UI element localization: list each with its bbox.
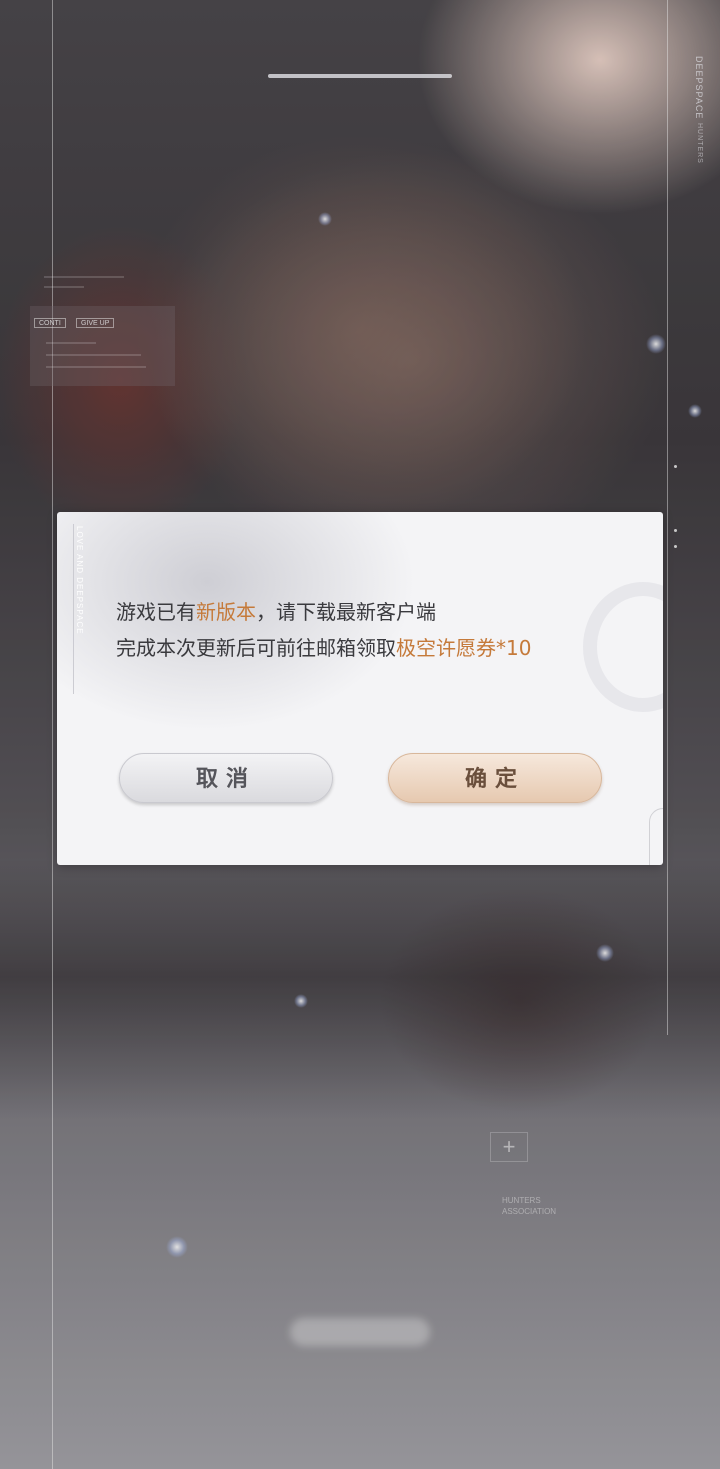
message-line-2-pre: 完成本次更新后可前往邮箱领取: [116, 636, 396, 660]
message-line-2: 完成本次更新后可前往邮箱领取极空许愿券*10: [116, 630, 636, 666]
update-dialog: LOVE AND DEEPSPACE 游戏已有新版本，请下载最新客户端 完成本次…: [57, 512, 663, 865]
update-message: 游戏已有新版本，请下载最新客户端 完成本次更新后可前往邮箱领取极空许愿券*10: [116, 594, 636, 666]
message-line-1-post: ，请下载最新客户端: [256, 600, 436, 624]
confirm-button[interactable]: 确定: [388, 753, 602, 803]
message-highlight-reward: 极空许愿券*10: [396, 636, 532, 660]
message-line-1: 游戏已有新版本，请下载最新客户端: [116, 594, 636, 630]
message-highlight-new-version: 新版本: [196, 600, 256, 624]
message-line-1-pre: 游戏已有: [116, 600, 196, 624]
dialog-arc-decoration-small: [649, 808, 663, 865]
dialog-side-text: LOVE AND DEEPSPACE: [75, 526, 84, 635]
cancel-button[interactable]: 取消: [119, 753, 333, 803]
dialog-deco-line: [73, 524, 74, 694]
